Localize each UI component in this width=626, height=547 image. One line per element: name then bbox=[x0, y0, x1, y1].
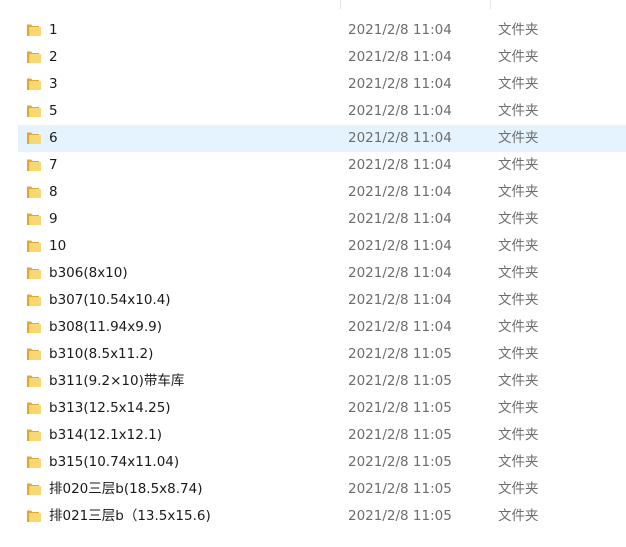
folder-row[interactable]: 5 2021/2/8 11:04 文件夹 bbox=[18, 98, 626, 125]
folder-icon bbox=[27, 132, 41, 144]
folder-row[interactable]: 2 2021/2/8 11:04 文件夹 bbox=[18, 44, 626, 71]
modified-date: 2021/2/8 11:04 bbox=[348, 157, 452, 173]
modified-date: 2021/2/8 11:05 bbox=[348, 346, 452, 362]
modified-date: 2021/2/8 11:04 bbox=[348, 130, 452, 146]
folder-name: 8 bbox=[49, 184, 58, 200]
modified-date: 2021/2/8 11:05 bbox=[348, 400, 452, 416]
folder-row[interactable]: 排021三层b（13.5x15.6) 2021/2/8 11:05 文件夹 bbox=[18, 503, 626, 530]
folder-row[interactable]: 1 2021/2/8 11:04 文件夹 bbox=[18, 17, 626, 44]
modified-date: 2021/2/8 11:04 bbox=[348, 319, 452, 335]
modified-date: 2021/2/8 11:04 bbox=[348, 292, 452, 308]
folder-icon bbox=[27, 321, 41, 333]
folder-name: b313(12.5x14.25) bbox=[49, 400, 171, 416]
item-type: 文件夹 bbox=[498, 481, 539, 497]
folder-name: b308(11.94x9.9) bbox=[49, 319, 162, 335]
item-type: 文件夹 bbox=[498, 103, 539, 119]
modified-date: 2021/2/8 11:04 bbox=[348, 265, 452, 281]
folder-icon bbox=[27, 51, 41, 63]
modified-date: 2021/2/8 11:05 bbox=[348, 373, 452, 389]
item-type: 文件夹 bbox=[498, 211, 539, 227]
folder-row[interactable]: b315(10.74x11.04) 2021/2/8 11:05 文件夹 bbox=[18, 449, 626, 476]
item-type: 文件夹 bbox=[498, 130, 539, 146]
folder-row[interactable]: b306(8x10) 2021/2/8 11:04 文件夹 bbox=[18, 260, 626, 287]
modified-date: 2021/2/8 11:04 bbox=[348, 211, 452, 227]
folder-icon bbox=[27, 294, 41, 306]
column-divider[interactable] bbox=[340, 0, 341, 9]
folder-icon bbox=[27, 213, 41, 225]
folder-name: 2 bbox=[49, 49, 58, 65]
folder-name: b314(12.1x12.1) bbox=[49, 427, 162, 443]
item-type: 文件夹 bbox=[498, 49, 539, 65]
folder-name: b310(8.5x11.2) bbox=[49, 346, 154, 362]
folder-row[interactable]: 7 2021/2/8 11:04 文件夹 bbox=[18, 152, 626, 179]
folder-icon bbox=[27, 510, 41, 522]
folder-icon bbox=[27, 429, 41, 441]
folder-icon bbox=[27, 78, 41, 90]
modified-date: 2021/2/8 11:04 bbox=[348, 22, 452, 38]
modified-date: 2021/2/8 11:05 bbox=[348, 427, 452, 443]
folder-name: b311(9.2×10)带车库 bbox=[49, 373, 185, 389]
folder-name: 5 bbox=[49, 103, 58, 119]
folder-icon bbox=[27, 159, 41, 171]
folder-name: 3 bbox=[49, 76, 58, 92]
folder-icon bbox=[27, 402, 41, 414]
folder-icon bbox=[27, 267, 41, 279]
folder-icon bbox=[27, 24, 41, 36]
folder-icon bbox=[27, 240, 41, 252]
column-divider[interactable] bbox=[490, 0, 491, 9]
folder-icon bbox=[27, 186, 41, 198]
folder-icon bbox=[27, 105, 41, 117]
folder-row[interactable]: 8 2021/2/8 11:04 文件夹 bbox=[18, 179, 626, 206]
modified-date: 2021/2/8 11:04 bbox=[348, 184, 452, 200]
folder-name: 6 bbox=[49, 130, 58, 146]
modified-date: 2021/2/8 11:05 bbox=[348, 508, 452, 524]
item-type: 文件夹 bbox=[498, 265, 539, 281]
folder-name: b306(8x10) bbox=[49, 265, 128, 281]
item-type: 文件夹 bbox=[498, 427, 539, 443]
modified-date: 2021/2/8 11:05 bbox=[348, 454, 452, 470]
folder-name: 排020三层b(18.5x8.74) bbox=[49, 481, 203, 497]
folder-row[interactable]: b310(8.5x11.2) 2021/2/8 11:05 文件夹 bbox=[18, 341, 626, 368]
folder-name: 10 bbox=[49, 238, 67, 254]
folder-row[interactable]: 3 2021/2/8 11:04 文件夹 bbox=[18, 71, 626, 98]
folder-icon bbox=[27, 375, 41, 387]
folder-row[interactable]: b307(10.54x10.4) 2021/2/8 11:04 文件夹 bbox=[18, 287, 626, 314]
modified-date: 2021/2/8 11:04 bbox=[348, 238, 452, 254]
folder-name: 排021三层b（13.5x15.6) bbox=[49, 508, 211, 524]
folder-row[interactable]: b308(11.94x9.9) 2021/2/8 11:04 文件夹 bbox=[18, 314, 626, 341]
modified-date: 2021/2/8 11:05 bbox=[348, 481, 452, 497]
item-type: 文件夹 bbox=[498, 508, 539, 524]
folder-name: 9 bbox=[49, 211, 58, 227]
folder-row[interactable]: 9 2021/2/8 11:04 文件夹 bbox=[18, 206, 626, 233]
item-type: 文件夹 bbox=[498, 454, 539, 470]
folder-name: b307(10.54x10.4) bbox=[49, 292, 171, 308]
modified-date: 2021/2/8 11:04 bbox=[348, 103, 452, 119]
file-rows: 1 2021/2/8 11:04 文件夹 2 2021/2/8 11:04 文件夹 3 202… bbox=[18, 17, 626, 530]
folder-row[interactable]: b314(12.1x12.1) 2021/2/8 11:05 文件夹 bbox=[18, 422, 626, 449]
folder-icon bbox=[27, 456, 41, 468]
item-type: 文件夹 bbox=[498, 346, 539, 362]
folder-row[interactable]: b311(9.2×10)带车库 2021/2/8 11:05 文件夹 bbox=[18, 368, 626, 395]
item-type: 文件夹 bbox=[498, 319, 539, 335]
item-type: 文件夹 bbox=[498, 22, 539, 38]
item-type: 文件夹 bbox=[498, 238, 539, 254]
item-type: 文件夹 bbox=[498, 184, 539, 200]
item-type: 文件夹 bbox=[498, 76, 539, 92]
folder-row[interactable]: b313(12.5x14.25) 2021/2/8 11:05 文件夹 bbox=[18, 395, 626, 422]
folder-row[interactable]: 6 2021/2/8 11:04 文件夹 bbox=[18, 125, 626, 152]
item-type: 文件夹 bbox=[498, 292, 539, 308]
folder-icon bbox=[27, 348, 41, 360]
modified-date: 2021/2/8 11:04 bbox=[348, 76, 452, 92]
modified-date: 2021/2/8 11:04 bbox=[348, 49, 452, 65]
item-type: 文件夹 bbox=[498, 400, 539, 416]
folder-name: 7 bbox=[49, 157, 58, 173]
folder-name: b315(10.74x11.04) bbox=[49, 454, 180, 470]
folder-name: 1 bbox=[49, 22, 58, 38]
folder-icon bbox=[27, 483, 41, 495]
file-list: 1 2021/2/8 11:04 文件夹 2 2021/2/8 11:04 文件夹 3 202… bbox=[0, 0, 626, 547]
folder-row[interactable]: 排020三层b(18.5x8.74) 2021/2/8 11:05 文件夹 bbox=[18, 476, 626, 503]
folder-row[interactable]: 10 2021/2/8 11:04 文件夹 bbox=[18, 233, 626, 260]
item-type: 文件夹 bbox=[498, 373, 539, 389]
item-type: 文件夹 bbox=[498, 157, 539, 173]
